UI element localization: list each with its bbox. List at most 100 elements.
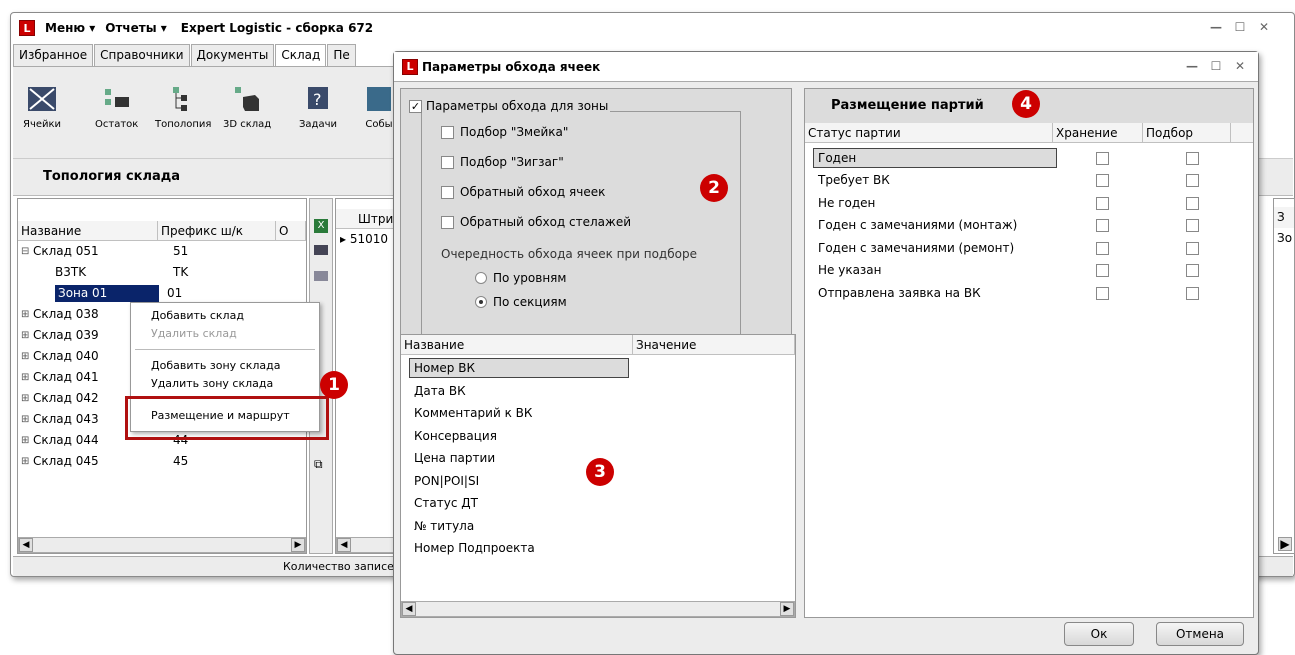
props-scrollbar[interactable]: ◀ ▶ <box>401 601 795 617</box>
storage-checkbox[interactable] <box>1095 174 1109 188</box>
scroll-left-icon[interactable]: ◀ <box>19 538 33 552</box>
storage-checkbox[interactable] <box>1095 151 1109 165</box>
tab-more[interactable]: Пе <box>327 44 356 66</box>
menu-delete-warehouse[interactable]: Удалить склад <box>151 327 237 340</box>
tree-scrollbar[interactable]: ◀ ▶ <box>18 537 306 553</box>
prop-row[interactable]: Статус ДТ <box>409 492 795 515</box>
pick-checkbox[interactable] <box>1185 264 1199 278</box>
expand-icon[interactable]: ⊞ <box>21 367 33 388</box>
tool-events[interactable]: Собы <box>363 83 395 130</box>
batch-col-pick[interactable]: Подбор <box>1143 123 1231 142</box>
prop-row[interactable]: Консервация <box>409 425 795 448</box>
pick-checkbox[interactable] <box>1185 286 1199 300</box>
batch-row[interactable]: Годен с замечаниями (ремонт) <box>813 237 1253 260</box>
row-tool-icon[interactable] <box>314 245 328 255</box>
excel-export-icon[interactable]: X <box>314 219 328 233</box>
prop-row[interactable]: Номер ВК <box>409 357 795 380</box>
expand-icon[interactable]: ⊞ <box>21 451 33 472</box>
pick-checkbox[interactable] <box>1185 174 1199 188</box>
radio-levels-icon[interactable] <box>475 272 487 284</box>
tree-row[interactable]: ⊟ Склад 051 51 <box>21 241 306 262</box>
tool-balance[interactable]: Остаток <box>95 83 138 130</box>
batch-row[interactable]: Годен с замечаниями (монтаж) <box>813 215 1253 238</box>
maximize-icon[interactable]: ☐ <box>1230 19 1250 35</box>
tool-tasks[interactable]: ? Задачи <box>299 83 337 130</box>
prop-row[interactable]: Номер Подпроекта <box>409 537 795 560</box>
far-scroll-right-icon[interactable]: ▶ <box>1278 537 1292 551</box>
minimize-icon[interactable]: — <box>1206 19 1226 35</box>
pick-checkbox[interactable] <box>1185 151 1199 165</box>
option-row[interactable]: Подбор "Змейка" <box>441 125 568 139</box>
prop-row[interactable]: Дата ВК <box>409 380 795 403</box>
dialog-close-icon[interactable]: ✕ <box>1230 58 1250 74</box>
radio-sections[interactable]: По секциям <box>475 295 567 309</box>
tab-references[interactable]: Справочники <box>94 44 190 66</box>
pick-checkbox[interactable] <box>1185 196 1199 210</box>
ok-button[interactable]: Ок <box>1064 622 1134 646</box>
option-checkbox[interactable] <box>441 125 454 139</box>
option-row[interactable]: Подбор "Зигзаг" <box>441 155 564 169</box>
props-col-name[interactable]: Название <box>401 335 633 354</box>
expand-icon[interactable]: ⊞ <box>21 304 33 325</box>
batch-row[interactable]: Годен <box>813 147 1253 170</box>
batch-row[interactable]: Отправлена заявка на ВК <box>813 282 1253 305</box>
option-checkbox[interactable] <box>441 155 454 169</box>
expand-icon[interactable] <box>21 283 55 304</box>
pick-checkbox[interactable] <box>1185 219 1199 233</box>
option-checkbox[interactable] <box>441 185 454 199</box>
expand-icon[interactable]: ⊞ <box>21 346 33 367</box>
batch-row[interactable]: Не указан <box>813 260 1253 283</box>
storage-checkbox[interactable] <box>1095 286 1109 300</box>
scroll-right-icon[interactable]: ▶ <box>291 538 305 552</box>
tab-documents[interactable]: Документы <box>190 44 275 66</box>
batch-row[interactable]: Требует ВК <box>813 170 1253 193</box>
expand-icon[interactable]: ⊞ <box>21 409 33 430</box>
expand-icon[interactable] <box>21 262 55 283</box>
props-scroll-left-icon[interactable]: ◀ <box>402 602 416 616</box>
copy-icon[interactable]: ⧉ <box>314 457 323 472</box>
option-row[interactable]: Обратный обход стелажей <box>441 215 631 229</box>
dialog-maximize-icon[interactable]: ☐ <box>1206 58 1226 74</box>
collapse-icon[interactable]: ⊟ <box>21 241 33 262</box>
expand-icon[interactable]: ⊞ <box>21 430 33 451</box>
reports-button[interactable]: Отчеты ▾ <box>105 21 167 35</box>
menu-button[interactable]: Меню ▾ <box>45 21 95 35</box>
radio-sections-icon[interactable] <box>475 296 487 308</box>
zone-params-toggle[interactable]: ✓ Параметры обхода для зоны <box>409 99 611 113</box>
prop-row[interactable]: № титула <box>409 515 795 538</box>
radio-levels[interactable]: По уровням <box>475 271 566 285</box>
batch-col-status[interactable]: Статус партии <box>805 123 1053 142</box>
tree-col-prefix[interactable]: Префикс ш/к <box>158 221 276 240</box>
tool-3d[interactable]: 3D склад <box>223 83 271 130</box>
storage-checkbox[interactable] <box>1095 196 1109 210</box>
tool-topology[interactable]: Тополопия <box>155 83 211 130</box>
tree-row[interactable]: B3TK TK <box>21 262 306 283</box>
tab-warehouse[interactable]: Склад <box>275 44 327 66</box>
storage-checkbox[interactable] <box>1095 241 1109 255</box>
menu-delete-zone[interactable]: Удалить зону склада <box>151 377 273 390</box>
prop-row[interactable]: Комментарий к ВК <box>409 402 795 425</box>
zone-params-checkbox[interactable]: ✓ <box>409 99 422 113</box>
props-scroll-right-icon[interactable]: ▶ <box>780 602 794 616</box>
menu-add-zone[interactable]: Добавить зону склада <box>151 359 280 372</box>
tree-col-other[interactable]: О <box>276 221 306 240</box>
option-row[interactable]: Обратный обход ячеек <box>441 185 605 199</box>
batch-col-storage[interactable]: Хранение <box>1053 123 1143 142</box>
storage-checkbox[interactable] <box>1095 264 1109 278</box>
tree-row[interactable]: ⊞ Склад 045 45 <box>21 451 306 472</box>
tree-row[interactable]: Зона 01 01 <box>21 283 306 304</box>
menu-add-warehouse[interactable]: Добавить склад <box>151 309 244 322</box>
props-col-value[interactable]: Значение <box>633 335 795 354</box>
grid-scroll-left-icon[interactable]: ◀ <box>337 538 351 552</box>
tab-favorites[interactable]: Избранное <box>13 44 94 66</box>
dialog-minimize-icon[interactable]: — <box>1182 58 1202 74</box>
close-icon[interactable]: ✕ <box>1254 19 1274 35</box>
cancel-button[interactable]: Отмена <box>1156 622 1244 646</box>
row-tool-2-icon[interactable] <box>314 271 328 281</box>
expand-icon[interactable]: ⊞ <box>21 325 33 346</box>
option-checkbox[interactable] <box>441 215 454 229</box>
tool-cells[interactable]: Ячейки <box>23 83 61 130</box>
expand-icon[interactable]: ⊞ <box>21 388 33 409</box>
tree-col-name[interactable]: Название <box>18 221 158 240</box>
pick-checkbox[interactable] <box>1185 241 1199 255</box>
